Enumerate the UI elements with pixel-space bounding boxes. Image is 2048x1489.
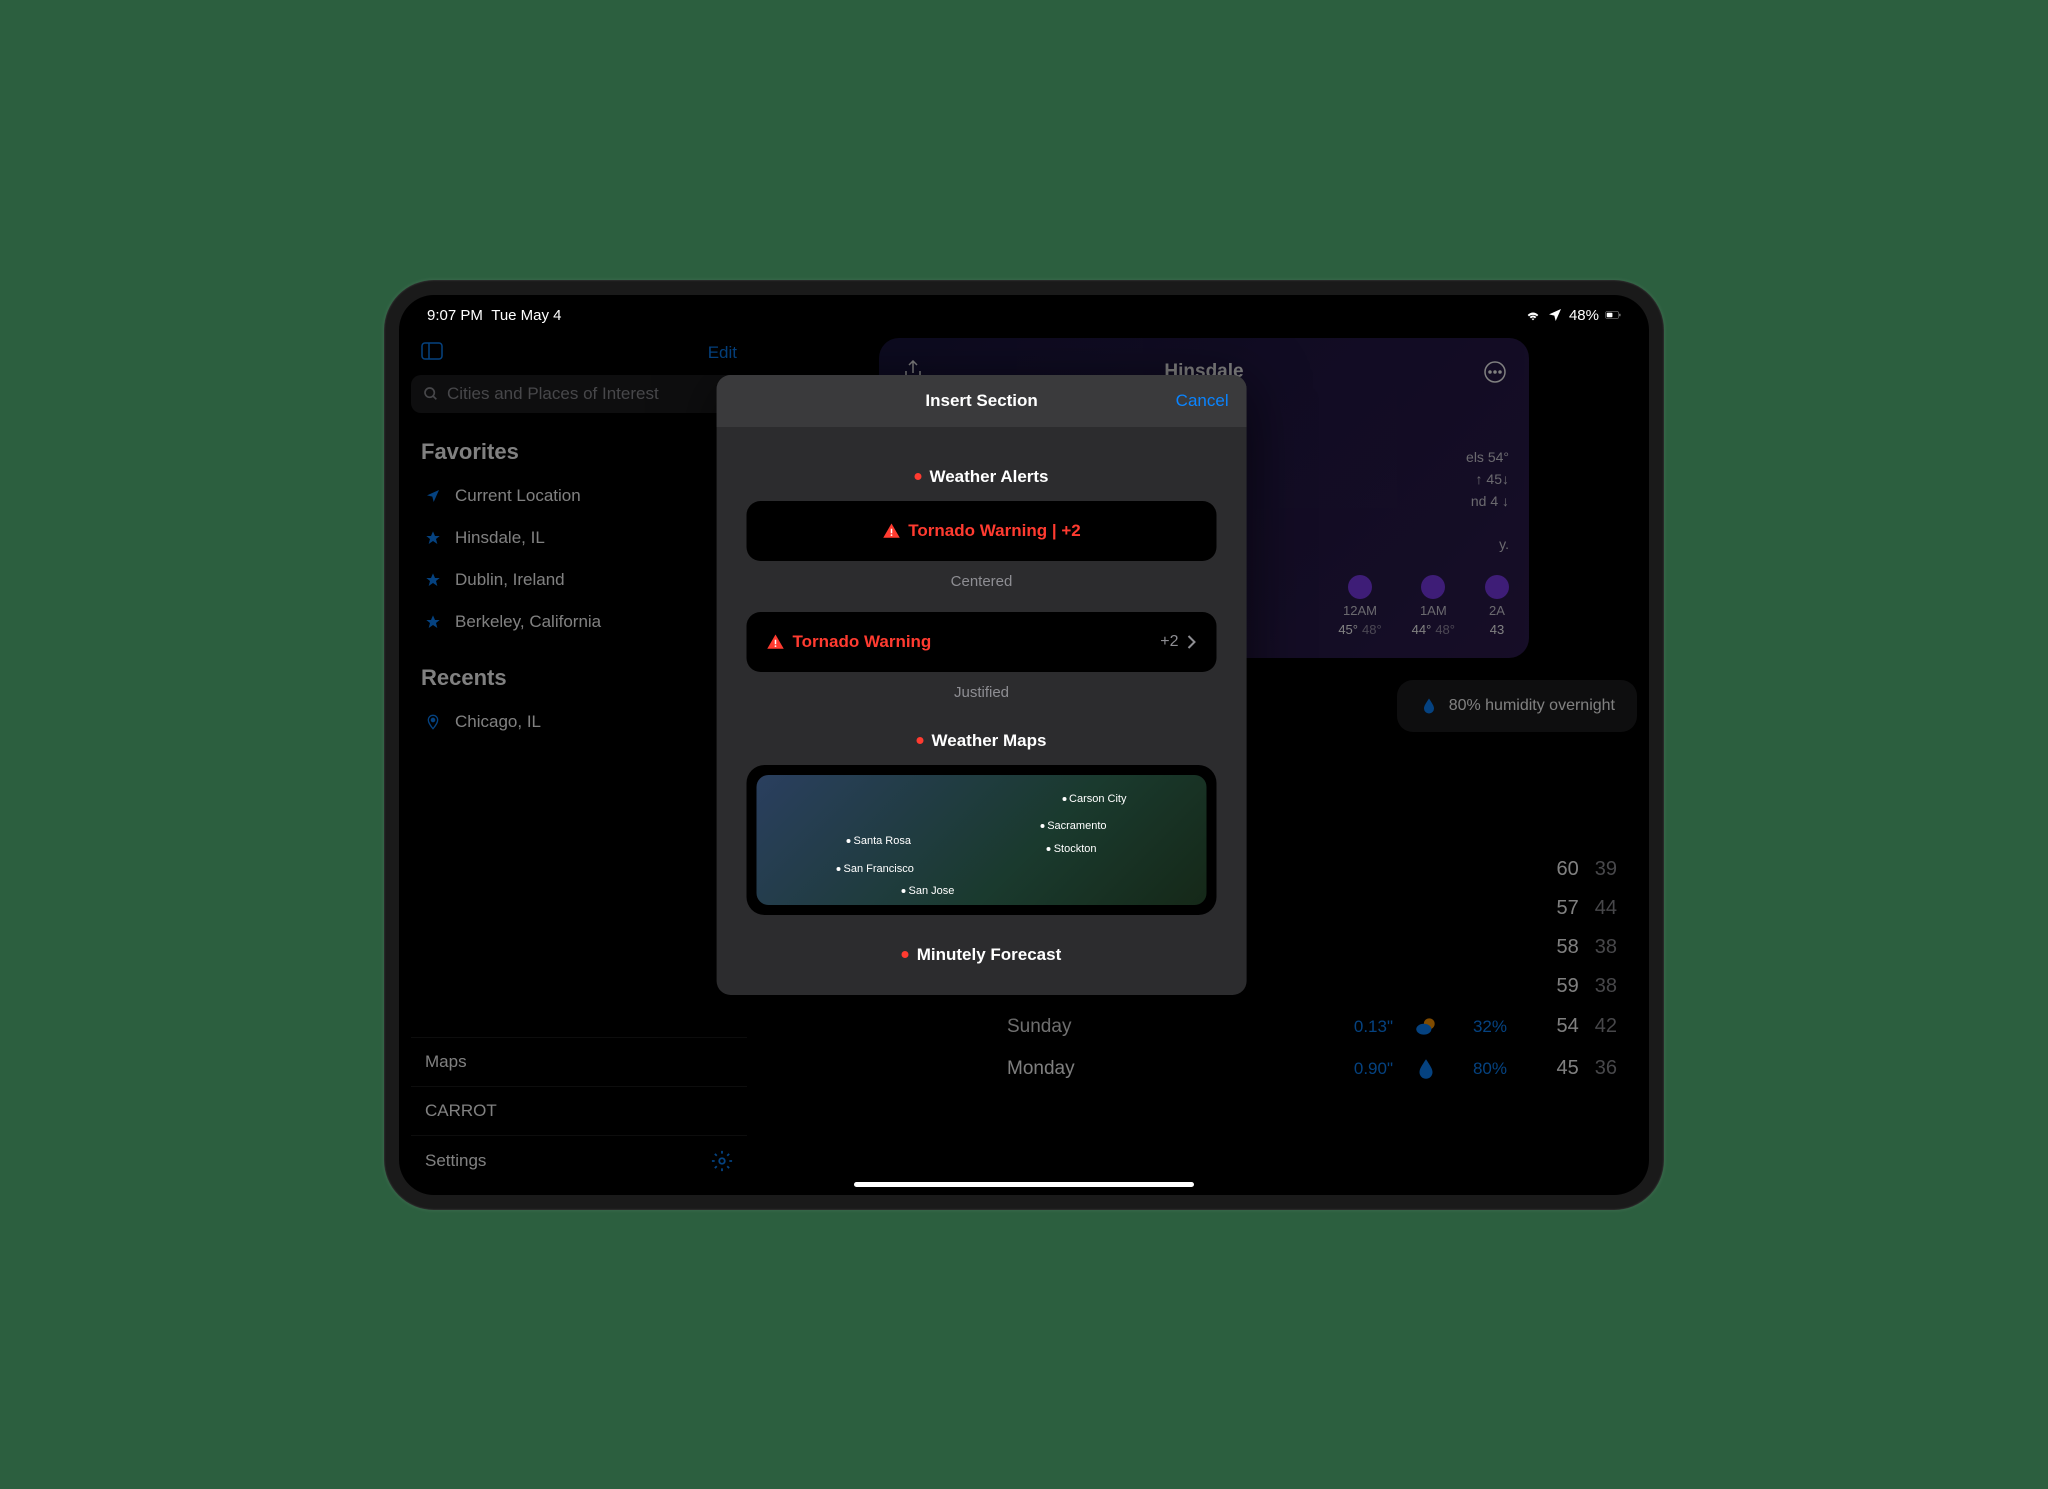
modal-title: Insert Section xyxy=(925,391,1037,411)
sidebar-item-chicago[interactable]: Chicago, IL xyxy=(411,701,747,743)
search-input[interactable]: Cities and Places of Interest xyxy=(411,375,747,413)
list-item-label: Hinsdale, IL xyxy=(455,528,545,548)
status-bar: 9:07 PM Tue May 4 48% xyxy=(399,295,1649,330)
hour-slot: 2A 43 xyxy=(1485,575,1509,637)
hour-slot: 1AM 44°48° xyxy=(1412,575,1455,637)
sidebar-item-dublin[interactable]: Dublin, Ireland xyxy=(411,559,747,601)
modal-header: Insert Section Cancel xyxy=(717,375,1247,427)
ipad-frame: 9:07 PM Tue May 4 48% Edit Cities and Pl… xyxy=(384,280,1664,1210)
battery-icon xyxy=(1605,307,1621,323)
insert-section-modal: Insert Section Cancel Weather Alerts Tor… xyxy=(717,375,1247,995)
status-date: Tue May 4 xyxy=(491,307,561,324)
star-icon xyxy=(425,614,441,630)
status-time: 9:07 PM xyxy=(427,307,483,324)
alert-option-centered[interactable]: Tornado Warning | +2 xyxy=(747,501,1217,561)
pin-icon xyxy=(425,714,441,730)
search-placeholder: Cities and Places of Interest xyxy=(447,384,659,404)
favorites-header: Favorites xyxy=(411,433,747,475)
location-arrow-icon xyxy=(425,488,441,504)
centered-caption: Centered xyxy=(747,573,1217,590)
daily-row-monday[interactable]: Monday 0.90" 80% 4536 xyxy=(987,1048,1637,1090)
sidebar-item-current-location[interactable]: Current Location xyxy=(411,475,747,517)
sidebar-item-hinsdale[interactable]: Hinsdale, IL xyxy=(411,517,747,559)
moon-icon xyxy=(1485,575,1509,599)
star-icon xyxy=(425,572,441,588)
daily-row-sunday[interactable]: Sunday 0.13" 32% 5442 xyxy=(987,1006,1637,1048)
screen: 9:07 PM Tue May 4 48% Edit Cities and Pl… xyxy=(399,295,1649,1195)
list-item-label: Dublin, Ireland xyxy=(455,570,565,590)
alert-icon xyxy=(767,633,785,651)
minutely-header: Minutely Forecast xyxy=(747,945,1217,965)
star-icon xyxy=(425,530,441,546)
rain-icon xyxy=(1413,1056,1439,1082)
list-item-label: Chicago, IL xyxy=(455,712,541,732)
edit-button[interactable]: Edit xyxy=(708,343,737,363)
gear-icon xyxy=(711,1150,733,1172)
moon-icon xyxy=(1348,575,1372,599)
search-icon xyxy=(423,386,439,402)
alert-icon xyxy=(882,522,900,540)
settings-button[interactable]: Settings xyxy=(411,1135,747,1186)
cancel-button[interactable]: Cancel xyxy=(1176,391,1229,411)
battery-text: 48% xyxy=(1569,307,1599,324)
recents-header: Recents xyxy=(411,659,747,701)
justified-caption: Justified xyxy=(747,684,1217,701)
maps-button[interactable]: Maps xyxy=(411,1037,747,1086)
alert-option-justified[interactable]: Tornado Warning +2 xyxy=(747,612,1217,672)
hour-slot: 12AM 45°48° xyxy=(1338,575,1381,637)
location-icon xyxy=(1547,307,1563,323)
sidebar-bottom: Maps CARROT Settings xyxy=(411,1037,747,1186)
status-right: 48% xyxy=(1525,307,1621,324)
wifi-icon xyxy=(1525,307,1541,323)
home-indicator[interactable] xyxy=(854,1182,1194,1187)
partly-cloudy-icon xyxy=(1413,1014,1439,1040)
more-button[interactable] xyxy=(1481,358,1509,386)
weather-alerts-header: Weather Alerts xyxy=(747,467,1217,487)
map-option[interactable]: Carson City Sacramento Santa Rosa Stockt… xyxy=(747,765,1217,915)
list-item-label: Berkeley, California xyxy=(455,612,601,632)
more-icon xyxy=(1483,360,1507,384)
sidebar-toggle-icon[interactable] xyxy=(421,342,443,365)
status-left: 9:07 PM Tue May 4 xyxy=(427,307,562,324)
humidity-pill[interactable]: 80% humidity overnight xyxy=(1397,680,1637,732)
weather-maps-header: Weather Maps xyxy=(747,731,1217,751)
humidity-icon xyxy=(1419,696,1439,716)
moon-icon xyxy=(1421,575,1445,599)
sidebar: Edit Cities and Places of Interest Favor… xyxy=(399,330,759,1194)
chevron-right-icon xyxy=(1187,634,1197,650)
list-item-label: Current Location xyxy=(455,486,581,506)
carrot-button[interactable]: CARROT xyxy=(411,1086,747,1135)
sidebar-item-berkeley[interactable]: Berkeley, California xyxy=(411,601,747,643)
map-preview: Carson City Sacramento Santa Rosa Stockt… xyxy=(757,775,1207,905)
modal-body[interactable]: Weather Alerts Tornado Warning | +2 Cent… xyxy=(717,427,1247,993)
